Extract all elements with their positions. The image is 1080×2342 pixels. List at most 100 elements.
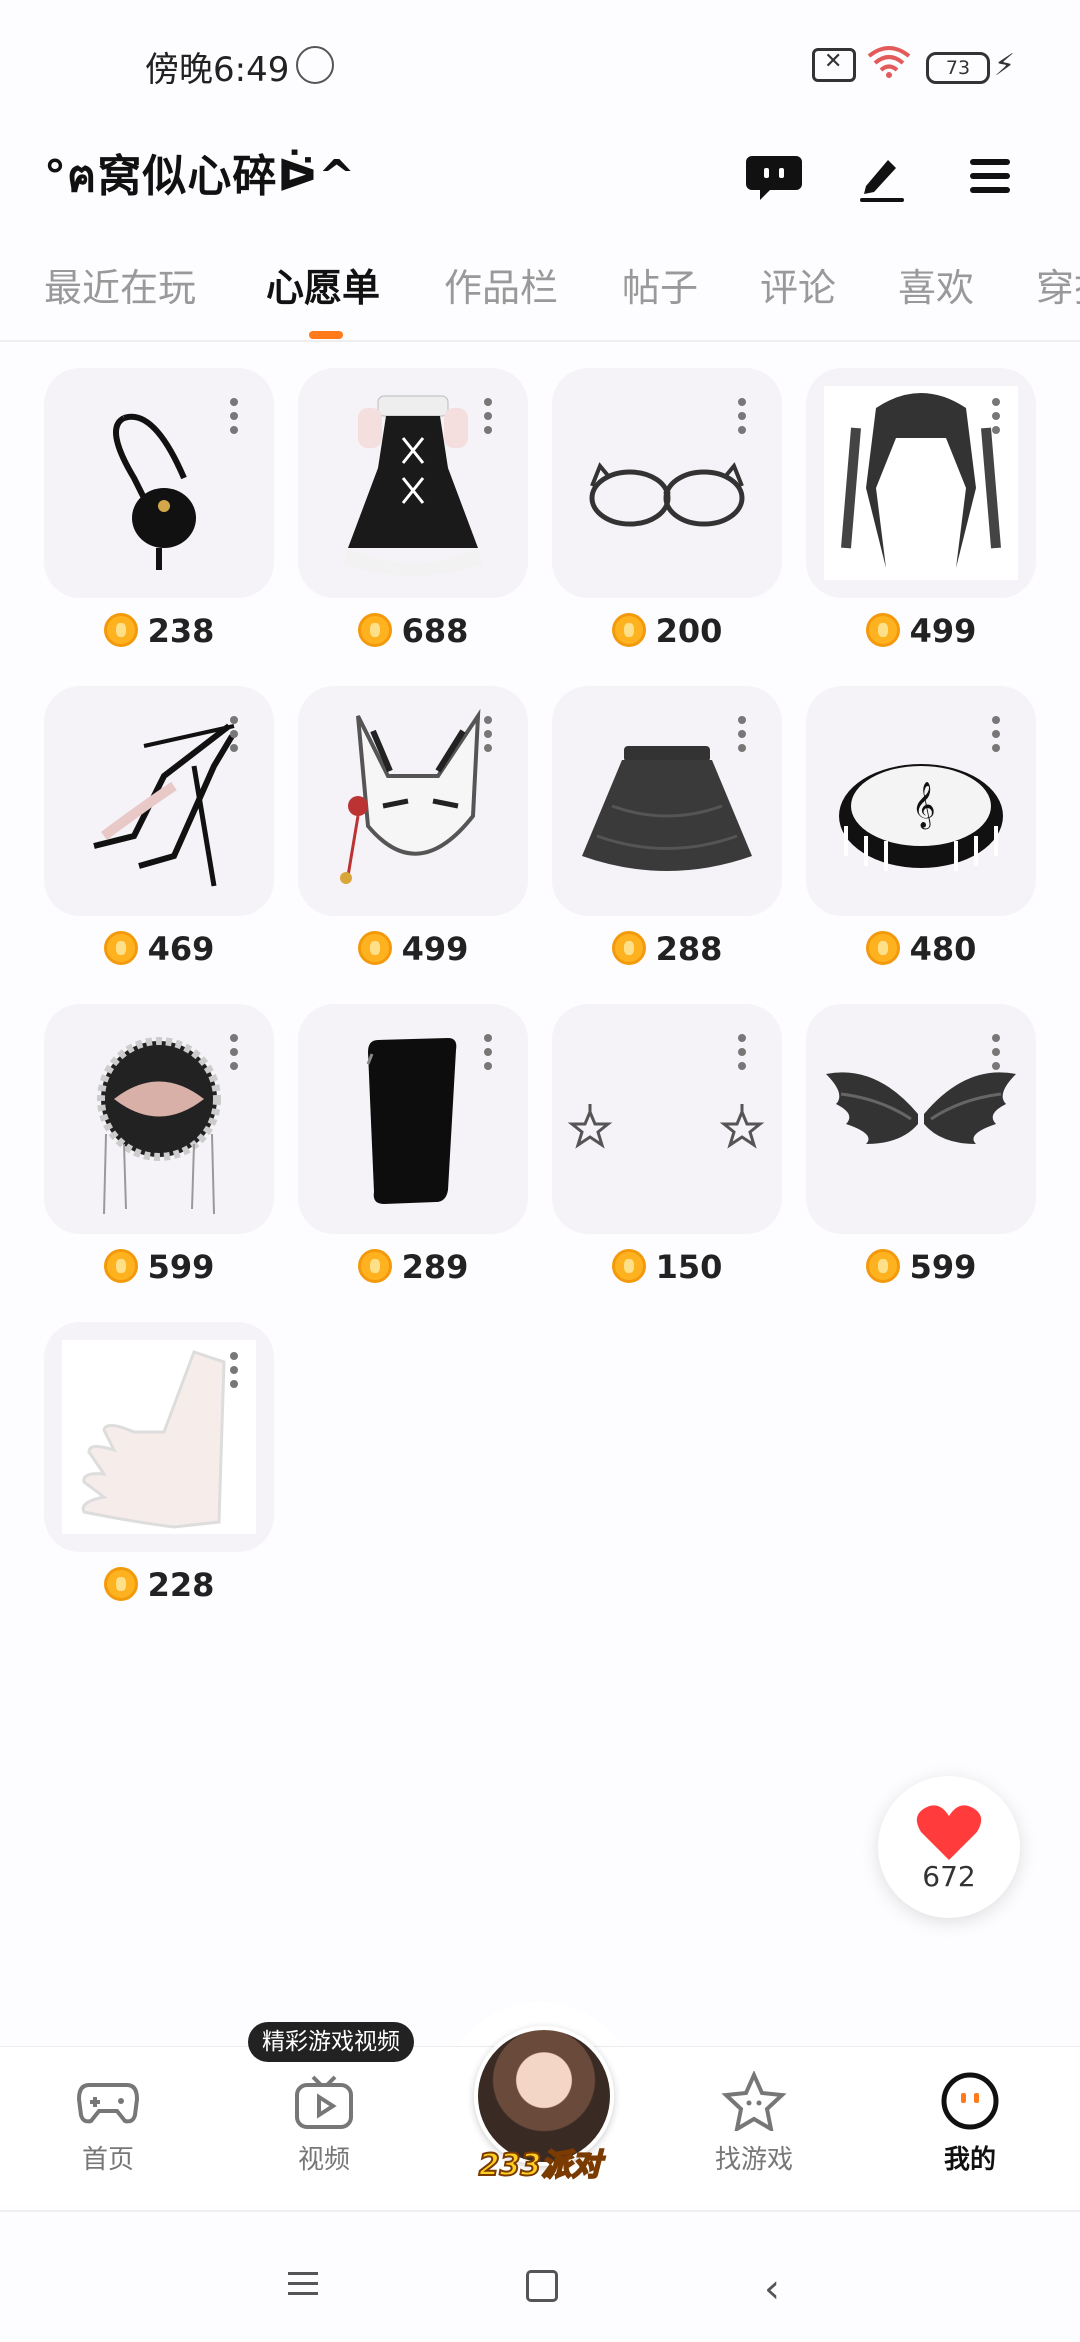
wishlist-item[interactable]: 499 — [806, 368, 1036, 656]
item-card[interactable] — [298, 1004, 528, 1234]
item-price: 288 — [552, 930, 782, 974]
item-price: 688 — [298, 612, 528, 656]
item-card[interactable] — [44, 1322, 274, 1552]
wishlist-item[interactable]: 469 — [44, 686, 274, 974]
heart-icon — [916, 1805, 982, 1860]
tab-works[interactable]: 作品栏 — [444, 257, 558, 312]
back-icon[interactable]: ‹ — [764, 2266, 780, 2312]
item-price: 499 — [298, 930, 528, 974]
coin-icon — [865, 613, 900, 647]
item-price: 200 — [552, 612, 782, 656]
more-options-icon[interactable] — [484, 1034, 494, 1074]
wishlist-item[interactable]: 238 — [44, 368, 274, 656]
nav-video-label: 视频 — [297, 2145, 350, 2175]
more-options-icon[interactable] — [484, 398, 494, 438]
party-label[interactable]: 233派对 — [470, 2140, 610, 2184]
coin-icon — [357, 1249, 392, 1283]
username: °ฅ窝似心碎ᐖ^ — [44, 151, 357, 202]
nav-home-label: 首页 — [81, 2145, 134, 2175]
profile-header: °ฅ窝似心碎ᐖ^ — [0, 120, 1080, 230]
wishlist-item[interactable]: 200 — [552, 368, 782, 656]
more-options-icon[interactable] — [992, 398, 1002, 438]
tab-likes[interactable]: 喜欢 — [898, 257, 974, 312]
more-options-icon[interactable] — [992, 1034, 1002, 1074]
profile-tabs: 最近在玩 心愿单 作品栏 帖子 评论 喜欢 穿搭 — [0, 245, 1080, 342]
item-card[interactable] — [806, 1004, 1036, 1234]
like-count: 672 — [922, 1860, 976, 1893]
wishlist-item[interactable]: 688 — [298, 368, 528, 656]
item-card[interactable] — [552, 1004, 782, 1234]
coin-icon — [357, 931, 392, 965]
wishlist-item[interactable]: 288 — [552, 686, 782, 974]
status-time: 傍晚6:49 — [145, 50, 290, 90]
coin-icon — [611, 931, 646, 965]
coin-icon — [103, 1567, 138, 1601]
menu-icon[interactable] — [960, 146, 1020, 206]
more-options-icon[interactable] — [230, 716, 240, 756]
item-price: 150 — [552, 1248, 782, 1292]
battery-icon: 73 — [926, 52, 990, 84]
item-card[interactable]: 𝄞 — [806, 686, 1036, 916]
wishlist-item[interactable]: 𝄞 480 — [806, 686, 1036, 974]
tab-comments[interactable]: 评论 — [760, 257, 836, 312]
item-card[interactable] — [298, 368, 528, 598]
item-card[interactable] — [806, 368, 1036, 598]
wishlist-item[interactable]: 228 — [44, 1322, 274, 1610]
item-card[interactable] — [44, 1004, 274, 1234]
wishlist-item[interactable]: 289 — [298, 1004, 528, 1292]
coin-icon — [103, 1249, 138, 1283]
item-card[interactable] — [552, 686, 782, 916]
more-options-icon[interactable] — [230, 398, 240, 438]
more-options-icon[interactable] — [484, 716, 494, 756]
more-options-icon[interactable] — [992, 716, 1002, 756]
coin-icon — [865, 1249, 900, 1283]
tab-posts[interactable]: 帖子 — [622, 257, 698, 312]
nav-video[interactable]: 视频 — [254, 2071, 394, 2176]
nav-find-games[interactable]: 找游戏 — [684, 2071, 824, 2176]
item-price: 238 — [44, 612, 274, 656]
more-options-icon[interactable] — [230, 1352, 240, 1392]
item-price: 599 — [44, 1248, 274, 1292]
active-tab-indicator — [309, 331, 343, 339]
item-price: 480 — [806, 930, 1036, 974]
no-sim-icon — [812, 48, 856, 82]
wishlist-item[interactable]: 599 — [44, 1004, 274, 1292]
nav-home[interactable]: 首页 — [38, 2071, 178, 2176]
wishlist-item[interactable]: 599 — [806, 1004, 1036, 1292]
more-options-icon[interactable] — [738, 716, 748, 756]
item-card[interactable] — [44, 686, 274, 916]
like-button[interactable]: 672 — [878, 1776, 1020, 1918]
coin-icon — [357, 613, 392, 647]
item-card[interactable] — [552, 368, 782, 598]
item-card[interactable] — [298, 686, 528, 916]
profile-face-icon — [941, 2072, 999, 2130]
recent-apps-icon[interactable] — [288, 2272, 318, 2296]
item-price: 469 — [44, 930, 274, 974]
tab-wishlist[interactable]: 心愿单 — [266, 257, 380, 312]
gamepad-icon — [76, 2083, 140, 2124]
item-price: 228 — [44, 1566, 274, 1610]
svg-text:𝄞: 𝄞 — [912, 782, 936, 830]
coin-icon — [611, 1249, 646, 1283]
wishlist-item[interactable]: 499 — [298, 686, 528, 974]
home-icon[interactable] — [526, 2270, 558, 2302]
tab-recent[interactable]: 最近在玩 — [44, 257, 196, 312]
item-card[interactable] — [44, 368, 274, 598]
system-nav: ‹ — [0, 2210, 1080, 2342]
coin-icon — [103, 613, 138, 647]
status-emoji-icon — [296, 46, 334, 84]
star-game-icon — [721, 2071, 787, 2131]
edit-icon[interactable] — [852, 146, 912, 206]
coin-icon — [611, 613, 646, 647]
nav-mine[interactable]: 我的 — [900, 2071, 1040, 2176]
video-icon — [295, 2075, 353, 2129]
more-options-icon[interactable] — [230, 1034, 240, 1074]
coin-icon — [103, 931, 138, 965]
tab-outfits[interactable]: 穿搭 — [1036, 257, 1080, 312]
chat-icon[interactable] — [744, 146, 804, 206]
more-options-icon[interactable] — [738, 398, 748, 438]
wishlist-item[interactable]: 150 — [552, 1004, 782, 1292]
more-options-icon[interactable] — [738, 1034, 748, 1074]
item-price: 289 — [298, 1248, 528, 1292]
nav-find-label: 找游戏 — [714, 2145, 793, 2175]
